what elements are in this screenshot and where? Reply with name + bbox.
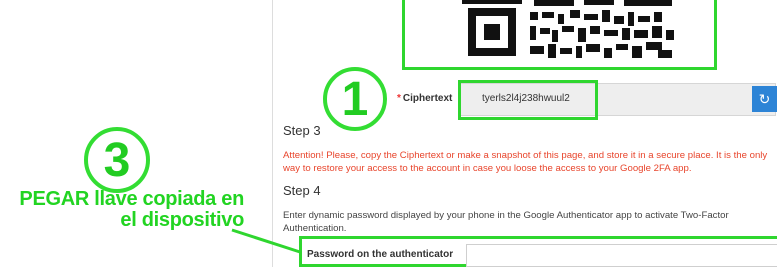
step-4-instructions-line-2: Authentication. [283,223,347,234]
step-4-instructions-line-1: Enter dynamic password displayed by your… [283,210,729,221]
password-label: Password on the authenticator [307,249,454,260]
step-4-heading: Step 4 [283,183,321,198]
step-4-instructions: Enter dynamic password displayed by your… [283,209,777,235]
authenticator-password-input[interactable] [466,244,777,267]
